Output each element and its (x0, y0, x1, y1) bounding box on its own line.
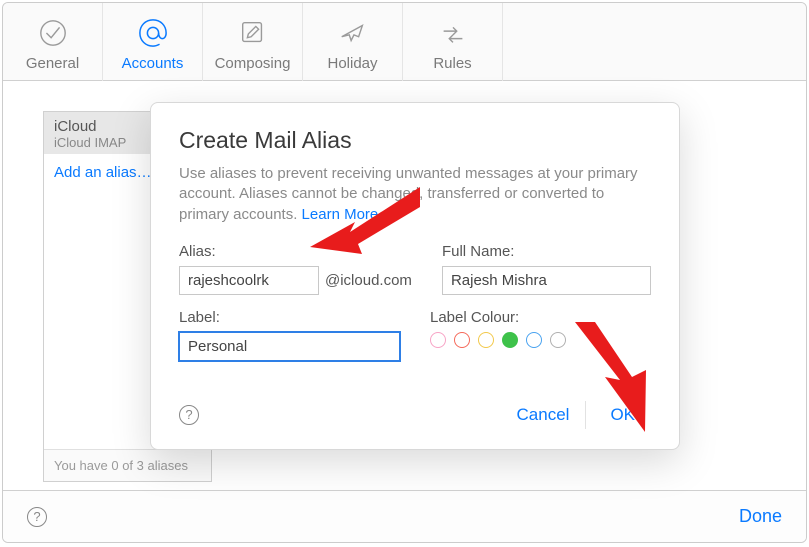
fullname-input[interactable] (442, 266, 651, 295)
tab-rules[interactable]: Rules (403, 3, 503, 81)
alias-quota-footer: You have 0 of 3 aliases (44, 449, 211, 481)
label-colour-option[interactable] (526, 332, 542, 348)
preferences-toolbar: General Accounts Composing Holiday Rules (3, 3, 806, 81)
cancel-button[interactable]: Cancel (501, 401, 586, 429)
dialog-description: Use aliases to prevent receiving unwante… (179, 164, 651, 225)
tab-holiday[interactable]: Holiday (303, 3, 403, 81)
label-colour-option[interactable] (430, 332, 446, 348)
done-button[interactable]: Done (739, 506, 782, 527)
label-field-label: Label: (179, 309, 400, 326)
create-mail-alias-dialog: Create Mail Alias Use aliases to prevent… (150, 102, 680, 450)
ok-button[interactable]: OK (585, 401, 651, 429)
bottom-bar: ? Done (3, 490, 806, 542)
label-colour-option[interactable] (550, 332, 566, 348)
label-colour-label: Label Colour: (430, 309, 651, 326)
tab-label: Holiday (327, 55, 377, 72)
label-colour-option[interactable] (502, 332, 518, 348)
learn-more-link[interactable]: Learn More. (302, 206, 383, 223)
tab-label: Accounts (122, 55, 184, 72)
tab-composing[interactable]: Composing (203, 3, 303, 81)
label-colour-option[interactable] (478, 332, 494, 348)
dialog-help-icon[interactable]: ? (179, 405, 199, 425)
tab-label: General (26, 55, 79, 72)
tab-label: Rules (433, 55, 471, 72)
tab-general[interactable]: General (3, 3, 103, 81)
rules-arrows-icon (438, 15, 468, 51)
label-input[interactable] (179, 332, 400, 361)
label-colour-option[interactable] (454, 332, 470, 348)
help-icon[interactable]: ? (27, 507, 47, 527)
alias-input[interactable] (179, 266, 319, 295)
dialog-description-text: Use aliases to prevent receiving unwante… (179, 165, 638, 223)
alias-domain-text: @icloud.com (325, 272, 412, 289)
airplane-icon (338, 15, 368, 51)
fullname-label: Full Name: (442, 243, 651, 260)
dialog-title: Create Mail Alias (179, 127, 651, 154)
compose-icon (238, 15, 268, 51)
tab-accounts[interactable]: Accounts (103, 3, 203, 81)
at-sign-icon (138, 15, 168, 51)
alias-label: Alias: (179, 243, 412, 260)
label-colour-picker (430, 332, 651, 348)
checkmark-circle-icon (38, 15, 68, 51)
tab-label: Composing (215, 55, 291, 72)
